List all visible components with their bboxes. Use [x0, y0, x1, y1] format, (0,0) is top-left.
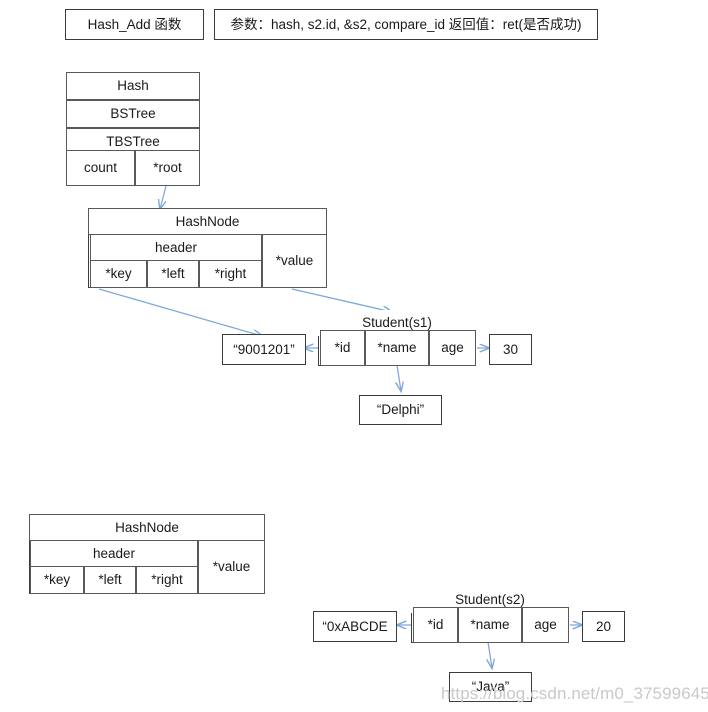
- student1-name-cell: *name: [365, 330, 429, 366]
- function-params-box: 参数：hash, s2.id, &s2, compare_id 返回值：ret(…: [214, 9, 598, 40]
- hashnode1-value-cell: *value: [262, 234, 327, 288]
- student2-id-label: *id: [427, 617, 444, 633]
- student1-age-cell: age: [429, 330, 476, 366]
- key-value-box-2: “0xABCDE: [313, 611, 397, 642]
- student1-name-label: *name: [377, 340, 417, 356]
- hashnode2-right-label: *right: [151, 572, 183, 588]
- age-value-label-2: 20: [595, 618, 612, 634]
- hashnode2-title-cell: HashNode: [29, 514, 265, 541]
- hashnode2-left-label: *left: [98, 572, 122, 588]
- hash-struct-row-bstree: BSTree: [66, 100, 200, 128]
- hashnode1-header-cell: header: [90, 234, 262, 261]
- arrow-root-to-hashnode1: [160, 185, 167, 209]
- hash-struct-row-bstree-label: BSTree: [110, 106, 156, 122]
- hashnode2-value-label: *value: [212, 559, 251, 575]
- hash-struct-count-label: count: [83, 160, 118, 176]
- hashnode1-value-label: *value: [275, 253, 314, 269]
- student1-id-cell: *id: [320, 330, 365, 366]
- hashnode1-key-cell: *key: [90, 260, 147, 288]
- key-value-label-1: “9001201”: [233, 341, 295, 357]
- name-value-label-1: “Delphi”: [376, 402, 425, 418]
- hashnode1-right-cell: *right: [199, 260, 262, 288]
- age-value-label-1: 30: [502, 341, 519, 357]
- hash-struct-cell-count: count: [66, 150, 135, 186]
- student1-id-label: *id: [334, 340, 351, 356]
- hashnode1-title-cell: HashNode: [88, 208, 327, 235]
- hashnode2-left-cell: *left: [84, 566, 136, 594]
- function-title-box: Hash_Add 函数: [65, 9, 204, 40]
- student2-name-cell: *name: [458, 607, 522, 643]
- function-title-label: Hash_Add 函数: [87, 16, 182, 32]
- function-params-label: 参数：hash, s2.id, &s2, compare_id 返回值：ret(…: [230, 16, 582, 32]
- age-value-box-1: 30: [489, 334, 532, 365]
- name-value-box-1: “Delphi”: [359, 395, 442, 425]
- arrow-name-to-namevalue1: [397, 364, 401, 391]
- hashnode1-key-label: *key: [105, 266, 132, 282]
- hashnode2-value-cell: *value: [198, 540, 265, 594]
- key-value-label-2: “0xABCDE: [322, 618, 388, 634]
- hashnode2-title-label: HashNode: [115, 519, 179, 535]
- hash-struct-row-hash-label: Hash: [117, 78, 149, 94]
- hashnode1-right-label: *right: [214, 266, 247, 282]
- student1-age-label: age: [441, 340, 464, 356]
- hash-struct-row-hash: Hash: [66, 72, 200, 100]
- watermark-text: https://blog.csdn.net/m0_37599645: [441, 684, 708, 703]
- hash-struct-root-label: *root: [153, 160, 182, 176]
- diagram-canvas: Hash_Add 函数 参数：hash, s2.id, &s2, compare…: [0, 0, 708, 712]
- arrow-key-to-keyvalue1: [98, 288, 262, 336]
- hashnode2-key-cell: *key: [30, 566, 84, 594]
- student2-id-cell: *id: [413, 607, 458, 643]
- hashnode2-header-label: header: [92, 545, 136, 561]
- age-value-box-2: 20: [582, 611, 625, 642]
- arrow-name2-to-namevalue2: [488, 641, 492, 668]
- hashnode1-left-cell: *left: [147, 260, 199, 288]
- hashnode1-left-label: *left: [161, 266, 185, 282]
- hashnode2-header-cell: header: [30, 540, 198, 567]
- student2-age-cell: age: [522, 607, 569, 643]
- student2-name-label: *name: [470, 617, 510, 633]
- hashnode1-title-label: HashNode: [175, 213, 240, 229]
- hashnode2-right-cell: *right: [136, 566, 198, 594]
- arrow-value-to-student1: [291, 288, 392, 312]
- hashnode1-header-label: header: [154, 239, 198, 255]
- hashnode2-key-label: *key: [43, 572, 71, 588]
- key-value-box-1: “9001201”: [222, 334, 306, 365]
- hash-struct-cell-root: *root: [135, 150, 200, 186]
- student2-age-label: age: [534, 617, 557, 633]
